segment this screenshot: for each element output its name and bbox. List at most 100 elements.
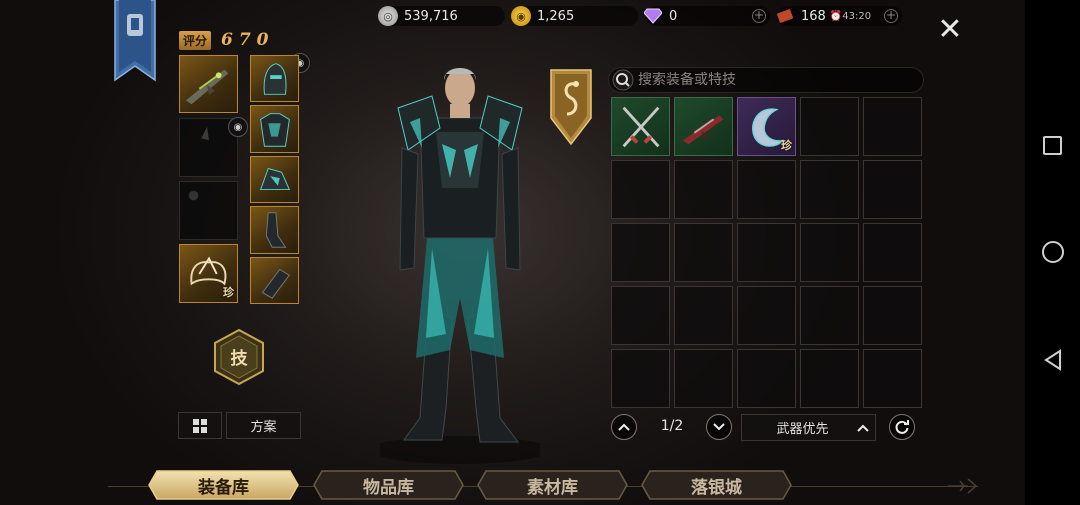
plan-button[interactable]: 方案 xyxy=(226,412,301,439)
rifle-icon xyxy=(682,115,724,145)
chevron-down-icon xyxy=(713,423,725,431)
inventory-cell[interactable]: 珍 xyxy=(737,97,796,156)
helmet-icon xyxy=(263,63,287,95)
search-input[interactable] xyxy=(638,72,908,88)
ticket-currency: 168 ⏰43:20 + xyxy=(775,6,902,26)
inventory-grid: 珍 xyxy=(611,97,922,408)
inventory-cell[interactable] xyxy=(863,349,922,408)
inventory-cell[interactable] xyxy=(800,97,859,156)
chevron-up-icon xyxy=(857,424,869,432)
shoulder-armor-icon xyxy=(259,167,291,191)
skill-button[interactable]: 技 xyxy=(213,328,265,386)
weapon-slot[interactable] xyxy=(179,55,238,113)
skill-label: 技 xyxy=(230,349,248,369)
sort-label: 武器优先 xyxy=(776,422,829,437)
tab-label: 落银城 xyxy=(691,477,742,498)
snake-shield-icon xyxy=(550,69,592,146)
inventory-cell[interactable] xyxy=(800,286,859,345)
inventory-cell[interactable] xyxy=(674,286,733,345)
character-model xyxy=(380,68,540,464)
silver-coin-icon: ◎ xyxy=(378,6,398,26)
inventory-cell[interactable] xyxy=(863,160,922,219)
inventory-cell[interactable] xyxy=(674,160,733,219)
accessory-slot[interactable] xyxy=(179,181,238,240)
shoulder-slot[interactable] xyxy=(250,156,299,203)
inventory-cell[interactable] xyxy=(863,97,922,156)
ticket-icon xyxy=(775,6,795,26)
back-button[interactable] xyxy=(1025,340,1080,380)
inventory-cell[interactable] xyxy=(611,97,670,156)
diamond-amount: 0 xyxy=(669,8,678,24)
gold-currency: ◉ 1,265 xyxy=(511,6,638,26)
square-icon xyxy=(1043,135,1062,155)
circle-icon xyxy=(1041,241,1064,263)
refresh-icon xyxy=(895,420,909,434)
refresh-button[interactable] xyxy=(889,414,915,440)
ring-silhouette-icon xyxy=(188,190,199,201)
tab-label: 装备库 xyxy=(198,477,249,498)
gloves-slot[interactable] xyxy=(250,257,299,304)
relic-slot[interactable]: 珍 xyxy=(179,244,238,303)
inventory-cell[interactable] xyxy=(611,349,670,408)
rifle-icon xyxy=(185,69,229,105)
silver-currency: ◎ 539,716 xyxy=(378,6,505,26)
ticket-timer: ⏰43:20 xyxy=(829,10,872,22)
inventory-cell[interactable] xyxy=(674,349,733,408)
grid-icon xyxy=(193,418,207,433)
inventory-cell[interactable] xyxy=(611,286,670,345)
chest-armor-icon xyxy=(260,113,290,147)
inventory-cell[interactable] xyxy=(737,160,796,219)
inventory-cell[interactable] xyxy=(737,223,796,282)
home-button[interactable] xyxy=(1025,232,1080,272)
inventory-cell[interactable] xyxy=(611,223,670,282)
diamond-icon xyxy=(643,6,663,26)
ticket-amount: 168 xyxy=(801,8,826,24)
legs-slot[interactable] xyxy=(250,206,299,254)
helmet-slot[interactable] xyxy=(250,55,299,102)
search-bar[interactable] xyxy=(608,67,924,93)
inventory-cell[interactable] xyxy=(737,286,796,345)
inventory-cell[interactable] xyxy=(800,160,859,219)
tab-items[interactable]: 物品库 xyxy=(312,469,465,501)
inventory-cell[interactable] xyxy=(863,286,922,345)
score-value: 670 xyxy=(221,30,275,50)
inventory-cell[interactable] xyxy=(737,349,796,408)
ornament-icon xyxy=(948,478,978,494)
inventory-cell[interactable] xyxy=(863,223,922,282)
recents-button[interactable] xyxy=(1025,125,1080,165)
crossed-swords-icon xyxy=(622,106,660,148)
gold-amount: 1,265 xyxy=(537,8,575,24)
diamond-currency: 0 + xyxy=(643,6,770,26)
rare-tag: 珍 xyxy=(781,139,792,152)
guild-banner[interactable] xyxy=(113,0,157,82)
tab-materials[interactable]: 素材库 xyxy=(476,469,629,501)
silver-amount: 539,716 xyxy=(404,8,458,24)
add-diamond-button[interactable]: + xyxy=(752,9,766,23)
sort-dropdown[interactable]: 武器优先 xyxy=(741,414,876,441)
gauntlet-icon xyxy=(261,268,291,299)
tab-label: 物品库 xyxy=(363,477,414,498)
inventory-cell[interactable] xyxy=(800,223,859,282)
inventory-cell[interactable] xyxy=(674,97,733,156)
score-label: 评分 xyxy=(179,30,212,50)
add-ticket-button[interactable]: + xyxy=(884,9,898,23)
chest-slot[interactable] xyxy=(250,105,299,153)
page-down-button[interactable] xyxy=(706,414,732,440)
close-button[interactable]: ✕ xyxy=(936,15,964,45)
inventory-cell[interactable] xyxy=(611,160,670,219)
tab-city[interactable]: 落银城 xyxy=(640,469,793,501)
back-triangle-icon xyxy=(1043,349,1061,371)
rare-tag: 珍 xyxy=(223,286,234,299)
class-emblem[interactable] xyxy=(547,68,595,146)
eye-icon[interactable]: ◉ xyxy=(228,117,248,137)
chevron-up-icon xyxy=(618,423,630,431)
system-nav-bar xyxy=(1025,0,1080,505)
gold-coin-icon: ◉ xyxy=(511,6,531,26)
grid-view-button[interactable] xyxy=(178,412,222,439)
power-score: 评分 670 xyxy=(179,30,275,50)
inventory-cell[interactable] xyxy=(674,223,733,282)
tab-equipment[interactable]: 装备库 xyxy=(147,469,300,501)
page-up-button[interactable] xyxy=(611,414,637,440)
inventory-cell[interactable] xyxy=(800,349,859,408)
greaves-icon xyxy=(265,212,287,248)
